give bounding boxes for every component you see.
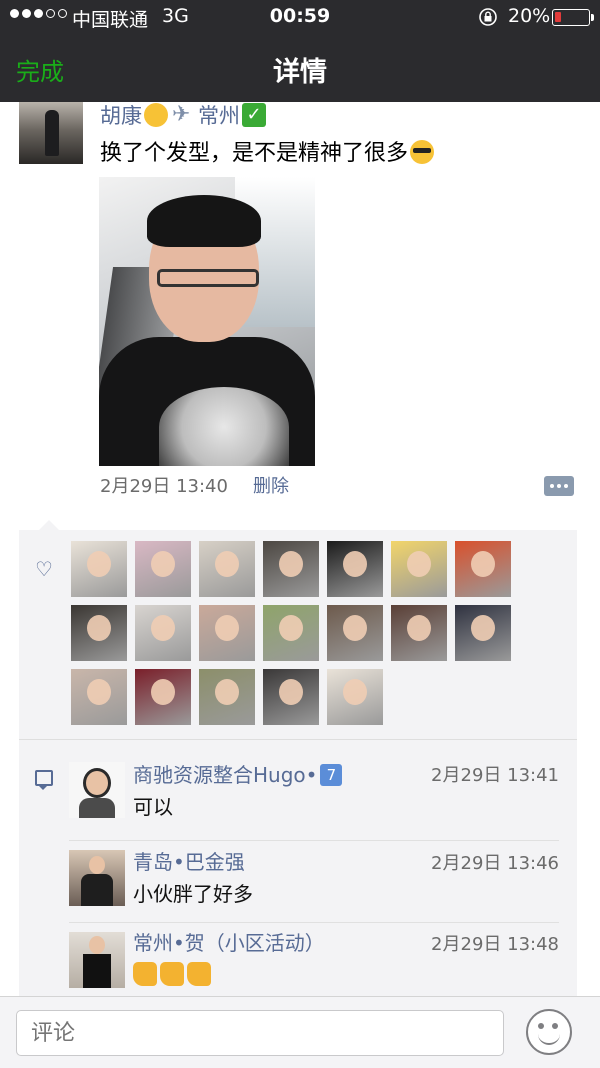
liker-avatar[interactable] <box>199 541 255 597</box>
comment-text: 可以 <box>133 795 173 819</box>
emoji-face-icon[interactable] <box>526 1009 572 1055</box>
liker-avatar[interactable] <box>71 605 127 661</box>
smile-emoji-icon <box>144 103 168 127</box>
panel-divider <box>19 739 577 740</box>
status-bar: 中国联通 3G 00:59 20% <box>0 0 600 34</box>
more-actions-icon[interactable] <box>544 476 574 496</box>
likes-comments-panel: ♡ 商驰资源整合Hugo• 7 2月29日 13:41 可以 青岛•巴金强 2月2… <box>19 520 577 1000</box>
comment-author[interactable]: 常州•贺（小区活动） <box>133 929 325 957</box>
comment-divider <box>69 922 559 923</box>
comment-bubble-icon <box>35 770 53 790</box>
battery-level-fill <box>555 12 562 22</box>
comment-input[interactable] <box>16 1010 504 1056</box>
liker-avatar[interactable] <box>135 605 191 661</box>
airplane-emoji-icon: ✈ <box>172 102 191 127</box>
heart-icon: ♡ <box>35 557 53 581</box>
comment-avatar[interactable] <box>69 762 125 818</box>
liker-avatar[interactable] <box>391 541 447 597</box>
liker-avatar[interactable] <box>135 541 191 597</box>
delete-link[interactable]: 删除 <box>253 474 289 500</box>
liker-avatar[interactable] <box>391 605 447 661</box>
liker-avatar[interactable] <box>71 541 127 597</box>
thumbs-up-emoji-icon <box>187 962 211 986</box>
author-avatar[interactable] <box>19 102 83 164</box>
liker-avatar[interactable] <box>455 541 511 597</box>
comment-author[interactable]: 商驰资源整合Hugo• 7 <box>133 761 343 789</box>
liker-avatar[interactable] <box>263 541 319 597</box>
post-text: 换了个发型，是不是精神了很多 <box>100 138 436 170</box>
comment-author[interactable]: 青岛•巴金强 <box>133 848 245 876</box>
orientation-lock-icon <box>479 8 497 26</box>
cool-emoji-icon <box>410 140 435 164</box>
thumbs-up-emoji-icon <box>133 962 157 986</box>
liker-avatar[interactable] <box>327 541 383 597</box>
liker-avatar[interactable] <box>135 669 191 725</box>
comment-avatar[interactable] <box>69 850 125 906</box>
check-emoji-icon: ✓ <box>242 103 266 127</box>
battery-icon <box>552 9 594 26</box>
liker-avatar[interactable] <box>455 605 511 661</box>
author-location: 常州 <box>198 104 240 128</box>
post-text-body: 换了个发型，是不是精神了很多 <box>100 141 409 166</box>
liker-avatar[interactable] <box>263 669 319 725</box>
comment-thumbs <box>133 962 214 993</box>
comment-time: 2月29日 13:46 <box>431 853 559 874</box>
post-author[interactable]: 胡康 ✈ 常州 ✓ <box>100 102 268 130</box>
comment-bar <box>0 996 600 1068</box>
comment-divider <box>69 840 559 841</box>
liker-avatar[interactable] <box>263 605 319 661</box>
comment-time: 2月29日 13:48 <box>431 934 559 955</box>
liker-avatar[interactable] <box>199 669 255 725</box>
liker-avatar[interactable] <box>327 605 383 661</box>
comment-text: 小伙胖了好多 <box>133 882 253 906</box>
liker-avatar[interactable] <box>71 669 127 725</box>
battery-percent: 20% <box>508 5 551 27</box>
liker-avatar[interactable] <box>327 669 383 725</box>
comment-avatar[interactable] <box>69 932 125 988</box>
thumbs-up-emoji-icon <box>160 962 184 986</box>
nav-bar: 完成 详情 <box>0 34 600 102</box>
comment-time: 2月29日 13:41 <box>431 765 559 786</box>
liker-avatar[interactable] <box>199 605 255 661</box>
author-name[interactable]: 胡康 <box>100 104 142 128</box>
page-title: 详情 <box>273 57 327 88</box>
comment-author-name[interactable]: 商驰资源整合Hugo• <box>133 763 317 787</box>
post-timestamp: 2月29日 13:40 <box>100 476 228 497</box>
badge-seven-icon: 7 <box>320 763 343 786</box>
post-photo[interactable] <box>99 177 315 466</box>
